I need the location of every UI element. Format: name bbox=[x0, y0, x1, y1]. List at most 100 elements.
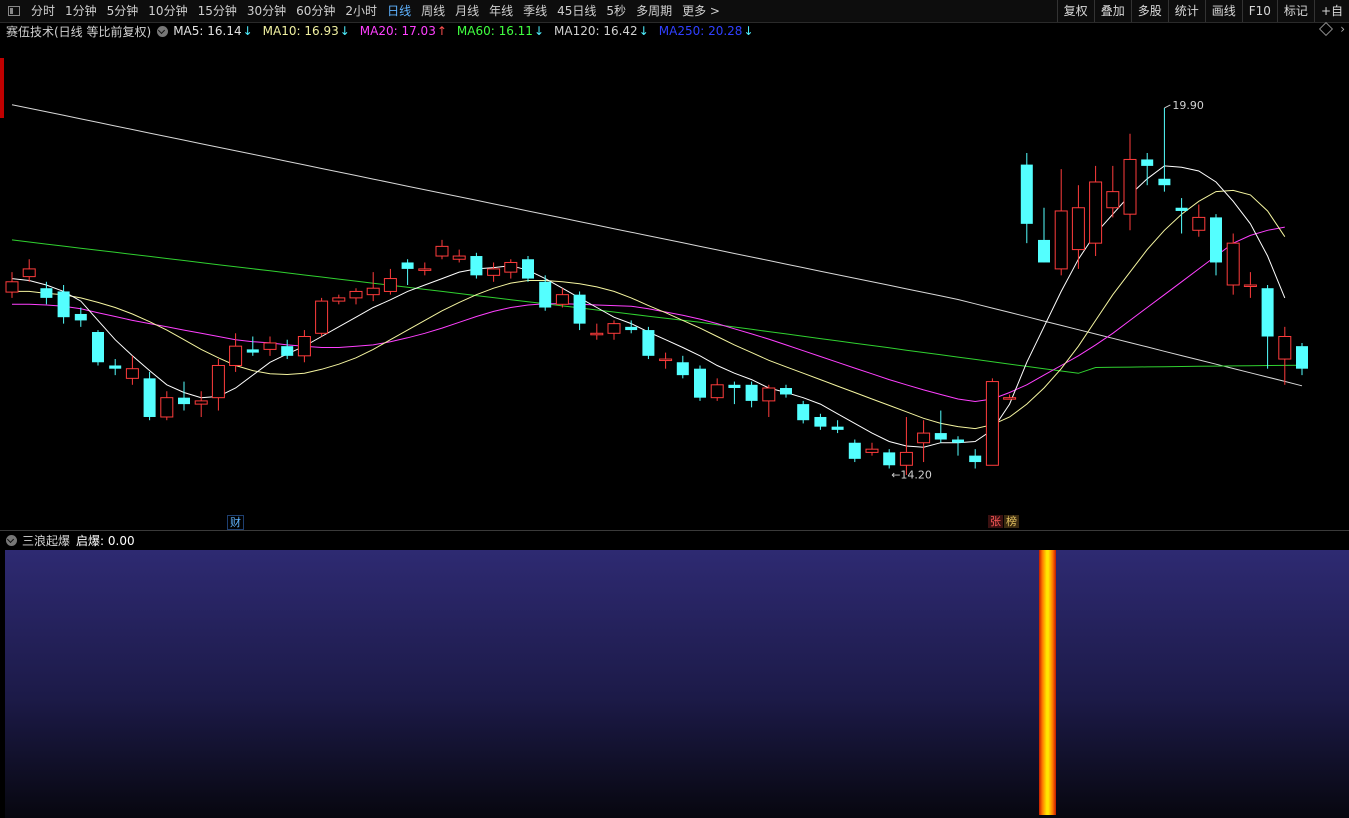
tool-buttons: 复权 叠加 多股 统计 画线 F10 标记 +自 bbox=[1056, 0, 1349, 22]
candle-body bbox=[401, 262, 414, 269]
candle-body bbox=[676, 362, 689, 376]
arrow-down-icon: ↓ bbox=[533, 24, 544, 38]
period-tab-6[interactable]: 60分钟 bbox=[291, 0, 340, 22]
candle-body bbox=[246, 349, 259, 353]
layout-toggle-icon[interactable] bbox=[8, 6, 20, 16]
candle-body bbox=[178, 397, 190, 405]
candle-body bbox=[865, 448, 879, 453]
finance-badge[interactable]: 财 bbox=[227, 515, 244, 530]
candlestick-chart[interactable]: 19.90 ←14.20 bbox=[0, 40, 1349, 530]
candle-body bbox=[366, 287, 380, 296]
candle-body bbox=[1261, 288, 1274, 337]
period-tab-0[interactable]: 分时 bbox=[26, 0, 60, 22]
tool-button-4[interactable]: 画线 bbox=[1204, 0, 1242, 22]
candle-body bbox=[694, 368, 706, 398]
candle-body bbox=[1089, 181, 1103, 244]
candle-body bbox=[74, 313, 87, 321]
candle-body bbox=[194, 400, 208, 405]
period-tab-3[interactable]: 10分钟 bbox=[143, 0, 192, 22]
ma-label-4: MA120: 16.42↓ bbox=[554, 24, 649, 38]
period-tab-7[interactable]: 2小时 bbox=[340, 0, 382, 22]
tool-button-7[interactable]: +自 bbox=[1313, 0, 1349, 22]
ma-label-2: MA20: 17.03↑ bbox=[359, 24, 447, 38]
candle-body bbox=[263, 342, 277, 350]
ma120-line bbox=[11, 104, 1303, 387]
candle-body bbox=[470, 256, 483, 276]
dropdown-icon[interactable] bbox=[157, 25, 169, 37]
candle-body bbox=[5, 281, 19, 293]
period-tab-2[interactable]: 5分钟 bbox=[102, 0, 144, 22]
ma20-line bbox=[12, 226, 1285, 403]
candle-body bbox=[710, 384, 724, 399]
indicator-name[interactable]: 三浪起爆 bbox=[22, 532, 70, 549]
period-tab-5[interactable]: 30分钟 bbox=[242, 0, 291, 22]
candle-body bbox=[1003, 397, 1017, 400]
candle-body bbox=[899, 451, 913, 466]
candle-body bbox=[1141, 159, 1154, 166]
candle-body bbox=[1175, 207, 1188, 211]
candle-body bbox=[1071, 207, 1085, 251]
period-tab-12[interactable]: 季线 bbox=[518, 0, 552, 22]
candle-body bbox=[555, 294, 569, 305]
period-tab-10[interactable]: 月线 bbox=[450, 0, 484, 22]
stock-title: 赛伍技术(日线 等比前复权) bbox=[6, 24, 152, 39]
tool-button-0[interactable]: 复权 bbox=[1056, 0, 1094, 22]
indicator-panel[interactable] bbox=[5, 550, 1349, 818]
period-tab-8[interactable]: 日线 bbox=[382, 0, 416, 22]
candle-body bbox=[1226, 242, 1240, 286]
list-badge[interactable]: 榜 bbox=[1004, 515, 1019, 528]
candle-body bbox=[539, 281, 552, 308]
candle-body bbox=[211, 364, 225, 399]
candle-body bbox=[418, 268, 432, 271]
low-price-label: ←14.20 bbox=[891, 468, 932, 481]
candle-body bbox=[1038, 239, 1050, 263]
candle-body bbox=[109, 365, 122, 369]
candle-body bbox=[917, 432, 931, 444]
candle-body bbox=[883, 452, 896, 466]
tool-button-3[interactable]: 统计 bbox=[1167, 0, 1205, 22]
candle-body bbox=[590, 332, 604, 336]
period-tab-15[interactable]: 多周期 bbox=[631, 0, 677, 22]
candle-body bbox=[315, 300, 329, 334]
period-tab-9[interactable]: 周线 bbox=[416, 0, 450, 22]
tool-button-6[interactable]: 标记 bbox=[1276, 0, 1314, 22]
candle-body bbox=[452, 255, 466, 260]
candle-body bbox=[143, 378, 156, 417]
signal-bar bbox=[1039, 550, 1056, 815]
candle-body bbox=[952, 439, 964, 443]
period-tab-13[interactable]: 45日线 bbox=[552, 0, 601, 22]
candle-body bbox=[1278, 336, 1292, 360]
period-tab-11[interactable]: 年线 bbox=[484, 0, 518, 22]
candle-body bbox=[1054, 210, 1068, 270]
period-tab-16[interactable]: 更多 > bbox=[677, 0, 725, 22]
candle-body bbox=[297, 336, 311, 357]
candle-body bbox=[780, 388, 792, 395]
period-tab-14[interactable]: 5秒 bbox=[601, 0, 631, 22]
chevron-right-icon[interactable]: › bbox=[1340, 22, 1345, 36]
candle-body bbox=[814, 416, 827, 427]
ma60-line bbox=[11, 239, 1303, 374]
candle-body bbox=[573, 294, 586, 324]
candle-body bbox=[969, 455, 982, 463]
ma-label-0: MA5: 16.14↓ bbox=[173, 24, 253, 38]
tool-button-5[interactable]: F10 bbox=[1241, 0, 1277, 22]
candle-body bbox=[762, 387, 776, 402]
candle-body bbox=[125, 368, 139, 379]
candle-body bbox=[1296, 346, 1308, 369]
indicator-header: 三浪起爆 启爆: 0.00 bbox=[0, 530, 1349, 550]
tool-button-1[interactable]: 叠加 bbox=[1093, 0, 1131, 22]
candle-body bbox=[745, 384, 758, 401]
ma-label-3: MA60: 16.11↓ bbox=[456, 24, 544, 38]
tool-button-2[interactable]: 多股 bbox=[1130, 0, 1168, 22]
candle-body bbox=[1243, 284, 1257, 287]
ma-values: MA5: 16.14↓ MA10: 16.93↓ MA20: 17.03↑ MA60:… bbox=[173, 24, 763, 38]
period-tab-1[interactable]: 1分钟 bbox=[60, 0, 102, 22]
arrow-down-icon: ↓ bbox=[638, 24, 649, 38]
candle-body bbox=[625, 326, 638, 331]
arrow-down-icon: ↓ bbox=[339, 24, 350, 38]
limit-up-badge[interactable]: 张 bbox=[988, 515, 1003, 528]
candle-body bbox=[40, 288, 53, 298]
period-toolbar: 分时 1分钟 5分钟 10分钟 15分钟 30分钟 60分钟 2小时 日线 周线 月线 年线 季线 45日… bbox=[0, 0, 1349, 23]
period-tab-4[interactable]: 15分钟 bbox=[193, 0, 242, 22]
indicator-dropdown-icon[interactable] bbox=[6, 535, 17, 546]
